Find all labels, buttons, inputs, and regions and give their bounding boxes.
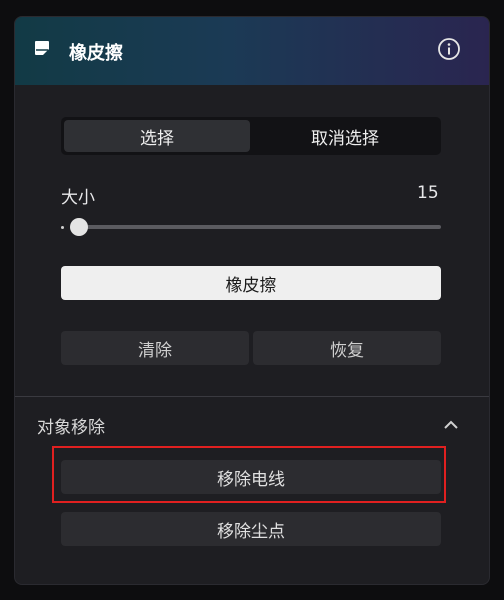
remove-dust-button[interactable]: 移除尘点: [61, 512, 441, 546]
slider-min-dot: [61, 226, 64, 229]
panel-header: 橡皮擦: [15, 17, 489, 85]
select-mode-button[interactable]: 选择: [64, 120, 250, 152]
restore-button[interactable]: 恢复: [253, 331, 441, 365]
eraser-icon: [35, 41, 49, 55]
info-icon[interactable]: [437, 37, 461, 61]
section-divider: [15, 396, 489, 397]
size-slider-thumb[interactable]: [70, 218, 88, 236]
size-slider-track[interactable]: [81, 225, 441, 229]
chevron-up-icon[interactable]: [443, 419, 459, 431]
eraser-button[interactable]: 橡皮擦: [61, 266, 441, 300]
deselect-mode-button[interactable]: 取消选择: [252, 120, 438, 152]
clear-button[interactable]: 清除: [61, 331, 249, 365]
object-removal-title: 对象移除: [37, 418, 105, 438]
size-value: 15: [417, 183, 439, 203]
highlight-box: [52, 446, 446, 503]
mode-toggle: 选择 取消选择: [61, 117, 441, 155]
size-label: 大小: [61, 188, 95, 208]
panel-title: 橡皮擦: [69, 43, 123, 64]
